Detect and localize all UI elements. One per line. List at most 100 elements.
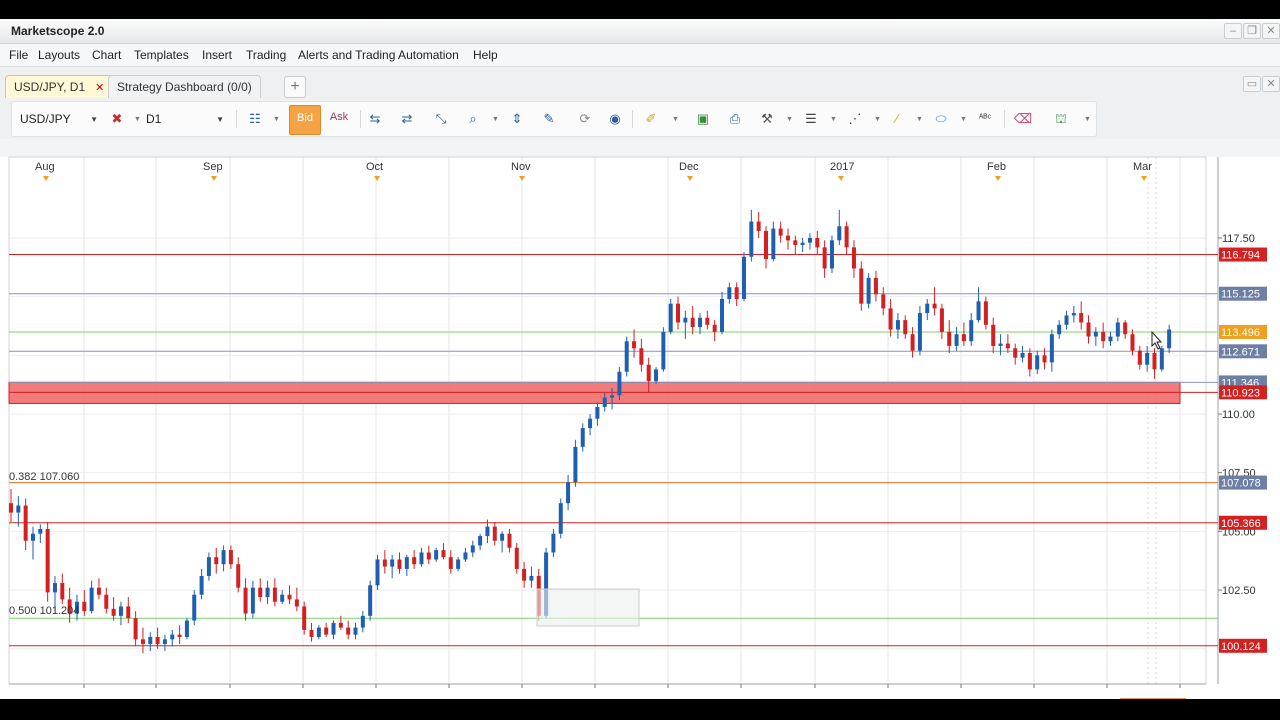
candle-body (434, 550, 439, 560)
chevron-down-icon[interactable]: ▼ (672, 116, 679, 123)
print-icon[interactable]: ⎙ (724, 108, 746, 130)
remove-symbol-icon[interactable]: ✖ (106, 108, 128, 130)
zoom-icon[interactable]: ⤡ (430, 108, 452, 130)
candle-body (1013, 348, 1018, 358)
bid-button[interactable]: Bid (289, 105, 321, 135)
chevron-down-icon[interactable]: ▼ (134, 116, 141, 123)
level-label: 116.794 (1221, 250, 1260, 262)
candle-body (588, 418, 593, 429)
divider (236, 110, 237, 128)
text-label-icon[interactable]: ᴬᴮᶜ (974, 108, 996, 130)
menu-trading[interactable]: Trading (246, 48, 286, 62)
candle-body (829, 240, 834, 269)
price-chart[interactable]: 117.50110.00107.50105.00102.50 07/25/201… (0, 139, 1280, 713)
chevron-down-icon[interactable]: ▼ (960, 116, 967, 123)
candle-body (470, 545, 475, 553)
fit-vertical-icon[interactable]: ⇕ (506, 108, 528, 130)
restore-icon[interactable]: ❐ (1243, 23, 1261, 39)
ellipse-icon[interactable]: ⬭ (930, 108, 952, 130)
candle-body (148, 636, 153, 645)
ruler-icon[interactable]: ✐ (640, 108, 662, 130)
candle-body (991, 324, 996, 346)
candle-body (895, 320, 900, 330)
tab-strategy-dashboard[interactable]: Strategy Dashboard (0/0) (108, 75, 261, 98)
candle-body (309, 629, 314, 637)
candle-body (9, 503, 13, 513)
chevron-down-icon[interactable]: ▼ (273, 116, 280, 123)
ask-button[interactable]: Ask (326, 105, 352, 133)
candle-body (463, 552, 468, 560)
scroll-right-icon[interactable]: ⇄ (396, 108, 418, 130)
chevron-down-icon[interactable]: ▼ (830, 116, 837, 123)
fan-lines-icon[interactable]: ⋰ (844, 108, 866, 130)
chevron-down-icon[interactable]: ▼ (874, 116, 881, 123)
candle-body (720, 298, 725, 332)
timeframe-value: D1 (146, 112, 162, 126)
timeframe-select[interactable]: D1 ▼ (146, 109, 226, 129)
level-label: 100.124 (1221, 641, 1261, 653)
candle-body (558, 503, 563, 534)
candle-body (646, 364, 651, 382)
chevron-down-icon[interactable]: ▼ (492, 116, 499, 123)
candle-body (815, 237, 820, 248)
candle-body (1137, 350, 1142, 365)
close-icon[interactable]: ✕ (1262, 23, 1280, 39)
chevron-down-icon[interactable]: ▼ (916, 116, 923, 123)
candle-body (873, 277, 878, 295)
candle-body (38, 529, 43, 534)
candle-body (338, 622, 343, 628)
eraser-icon[interactable]: ⌫ (1012, 108, 1034, 130)
chart-canvas[interactable]: 117.50110.00107.50105.00102.50 07/25/201… (0, 139, 1280, 713)
menu-insert[interactable]: Insert (202, 48, 232, 62)
globe-icon[interactable]: ◉ (604, 108, 626, 130)
candle-body (1159, 348, 1164, 370)
snapshot-icon[interactable]: ▣ (692, 108, 714, 130)
candle-body (705, 317, 710, 325)
menu-templates[interactable]: Templates (134, 48, 189, 62)
candle-body (888, 308, 893, 330)
candle-body (661, 331, 666, 370)
menu-alerts[interactable]: Alerts and Trading Automation (298, 48, 459, 62)
candle-body (331, 622, 336, 635)
candle-body (206, 557, 211, 576)
candle-body (668, 303, 673, 332)
magnify-icon[interactable]: ⌕ (462, 108, 484, 130)
chart-close-icon[interactable]: ✕ (1262, 76, 1280, 92)
candle-body (690, 317, 695, 328)
menu-layouts[interactable]: Layouts (38, 48, 80, 62)
tab-usdjpy[interactable]: USD/JPY, D1 ✕ (5, 75, 114, 98)
candle-body (82, 601, 87, 612)
candle-body (485, 526, 490, 537)
candle-body (1123, 322, 1128, 335)
menu-help[interactable]: Help (473, 48, 498, 62)
hierarchy-icon[interactable]: ⛫ (1050, 108, 1072, 130)
close-tab-icon[interactable]: ✕ (95, 82, 104, 94)
candle-body (456, 559, 461, 569)
candle-body (1145, 352, 1150, 365)
chevron-down-icon[interactable]: ▼ (1084, 116, 1091, 123)
month-label: Feb (987, 161, 1006, 173)
horizontal-line-icon[interactable]: ☰ (800, 108, 822, 130)
candle-body (917, 313, 922, 351)
menu-file[interactable]: File (9, 48, 28, 62)
candle-body (375, 559, 380, 586)
sync-icon[interactable]: ⟳ (574, 108, 596, 130)
menu-chart[interactable]: Chart (92, 48, 121, 62)
tools-icon[interactable]: ⚒ (756, 108, 778, 130)
trend-line-icon[interactable]: ⁄ (886, 108, 908, 130)
scroll-left-icon[interactable]: ⇆ (364, 108, 386, 130)
candle-body (236, 564, 241, 588)
candle-body (822, 247, 827, 269)
level-label: 113.496 (1221, 327, 1260, 339)
symbol-select[interactable]: USD/JPY ▼ (20, 109, 100, 129)
chart-restore-icon[interactable]: ▭ (1243, 76, 1261, 92)
candle-body (551, 533, 556, 553)
chart-type-icon[interactable]: ☷ (244, 108, 266, 130)
add-tab-button[interactable]: + (284, 76, 306, 98)
candle-body (1005, 343, 1010, 349)
candle-body (199, 575, 204, 595)
chevron-down-icon[interactable]: ▼ (786, 116, 793, 123)
edit-chart-icon[interactable]: ✎ (538, 108, 560, 130)
minimize-icon[interactable]: – (1224, 23, 1242, 39)
candle-body (448, 557, 453, 569)
